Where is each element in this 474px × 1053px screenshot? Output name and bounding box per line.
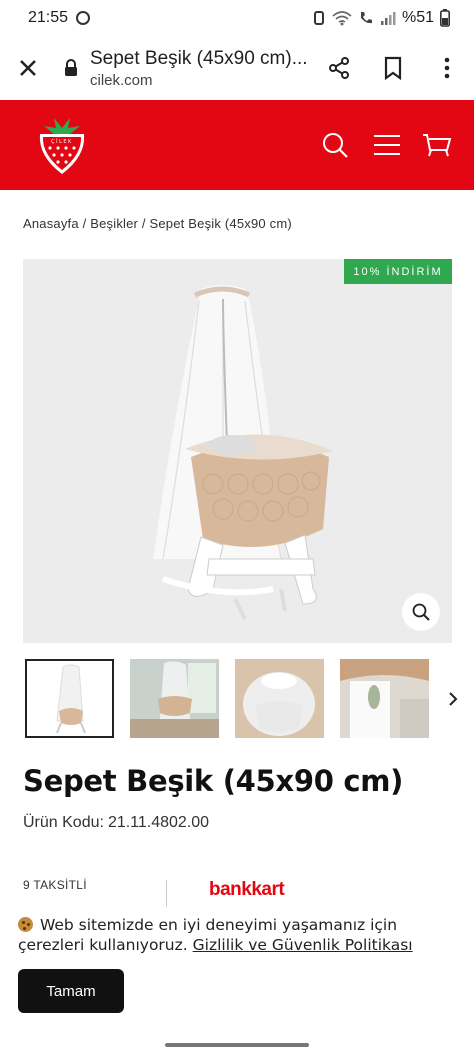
thumbnail-3[interactable] bbox=[235, 659, 324, 738]
chrome-notification-icon bbox=[76, 11, 91, 25]
battery-percentage: %51 bbox=[401, 9, 434, 26]
more-vertical-icon bbox=[444, 57, 450, 79]
alarm-icon bbox=[313, 11, 324, 25]
close-tab-button[interactable] bbox=[0, 36, 56, 100]
zoom-button[interactable] bbox=[402, 593, 440, 631]
logo-text: ÇİLEK bbox=[51, 138, 73, 145]
wifi-icon bbox=[332, 11, 352, 26]
share-button[interactable] bbox=[312, 36, 366, 100]
page-info[interactable]: Sepet Beşik (45x90 cm)... cilek.com bbox=[90, 48, 312, 89]
thumbnail-4[interactable] bbox=[340, 659, 429, 738]
menu-button[interactable] bbox=[372, 130, 402, 160]
chevron-right-icon bbox=[449, 692, 458, 706]
divider bbox=[166, 880, 167, 910]
search-icon bbox=[323, 133, 348, 158]
share-icon bbox=[329, 57, 349, 79]
signal-icon bbox=[380, 12, 396, 25]
discount-badge: 10% İNDİRİM bbox=[344, 259, 452, 284]
installment-label: 9 TAKSİTLİ bbox=[23, 878, 87, 892]
battery-icon bbox=[440, 9, 450, 27]
product-code-value: 21.11.4802.00 bbox=[107, 814, 210, 831]
search-button[interactable] bbox=[320, 130, 350, 160]
breadcrumb[interactable]: Anasayfa / Beşikler / Sepet Beşik (45x90… bbox=[23, 216, 292, 231]
thumbnail-2[interactable] bbox=[130, 659, 219, 738]
cart-icon bbox=[423, 134, 452, 157]
product-code-label: Ürün Kodu: bbox=[23, 814, 104, 831]
cookie-banner: Web sitemizde en iyi deneyimi yaşamanız … bbox=[0, 907, 474, 1053]
next-thumbnail-button[interactable] bbox=[443, 687, 463, 711]
cookie-icon bbox=[18, 917, 33, 932]
cart-button[interactable] bbox=[422, 130, 452, 160]
bankkart-logo: bankkart bbox=[209, 879, 285, 900]
browser-toolbar: Sepet Beşik (45x90 cm)... cilek.com bbox=[0, 36, 474, 100]
bookmark-button[interactable] bbox=[366, 36, 420, 100]
call-icon bbox=[360, 12, 372, 24]
accept-cookies-button[interactable]: Tamam bbox=[18, 969, 124, 1013]
zoom-icon bbox=[412, 603, 430, 621]
status-bar: 21:55 %51 bbox=[0, 0, 474, 36]
browser-page-title: Sepet Beşik (45x90 cm)... bbox=[90, 47, 308, 69]
product-main-image[interactable]: 10% İNDİRİM bbox=[23, 259, 452, 643]
cookie-message: Web sitemizde en iyi deneyimi yaşamanız … bbox=[18, 915, 458, 955]
privacy-policy-link[interactable]: Gizlilik ve Güvenlik Politikası bbox=[193, 936, 413, 954]
bookmark-icon bbox=[384, 56, 402, 80]
cradle-image bbox=[153, 285, 333, 620]
product-code: Ürün Kodu: 21.11.4802.00 bbox=[23, 814, 209, 832]
product-title: Sepet Beşik (45x90 cm) bbox=[23, 764, 404, 798]
more-options-button[interactable] bbox=[420, 36, 474, 100]
site-header: ÇİLEK bbox=[0, 100, 474, 190]
lock-icon[interactable] bbox=[62, 59, 80, 77]
gesture-bar bbox=[165, 1043, 309, 1047]
thumbnail-strip bbox=[23, 659, 463, 739]
hamburger-menu-icon bbox=[374, 135, 400, 155]
thumbnail-1[interactable] bbox=[25, 659, 114, 738]
browser-url: cilek.com bbox=[90, 71, 153, 89]
cilek-logo[interactable]: ÇİLEK bbox=[34, 114, 90, 178]
status-time: 21:55 bbox=[28, 9, 69, 26]
close-icon bbox=[20, 60, 36, 76]
